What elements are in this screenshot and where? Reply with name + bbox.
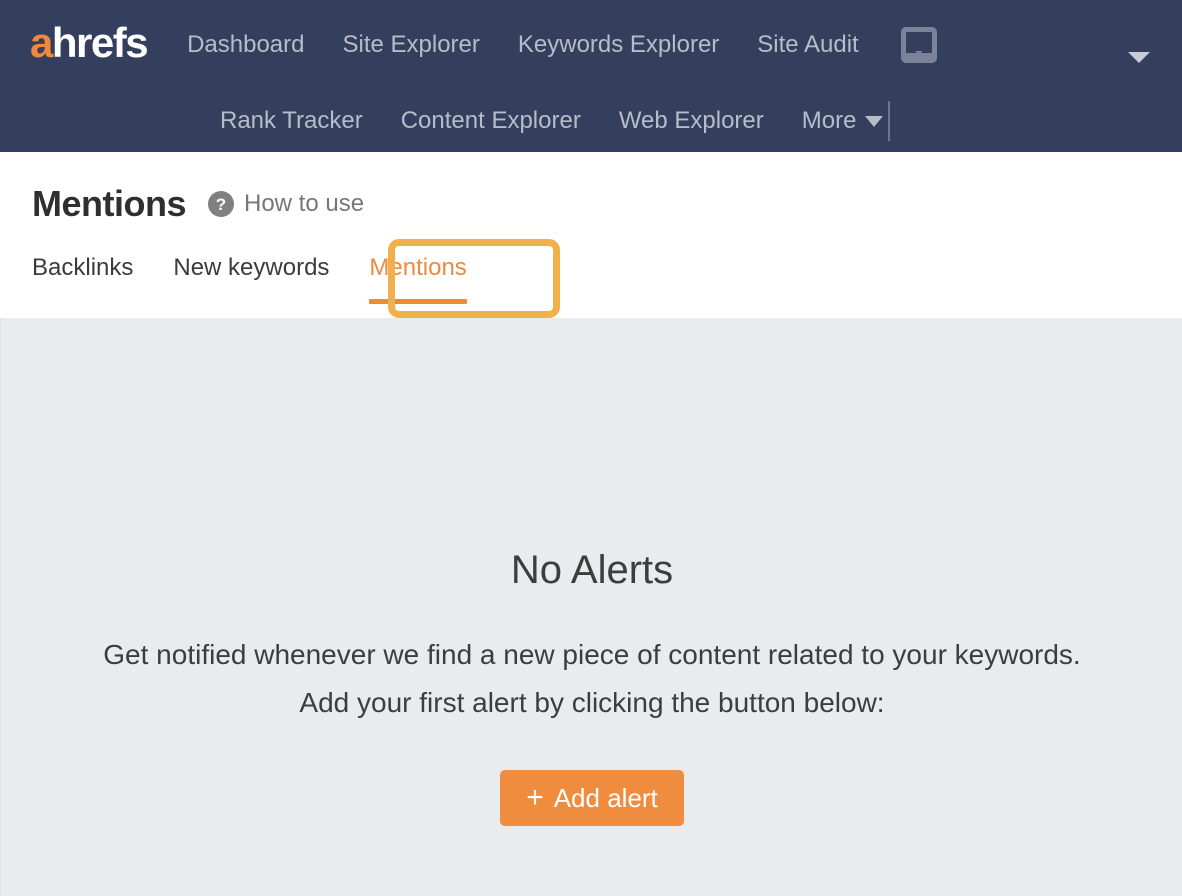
inbox-icon <box>900 27 937 63</box>
nav-keywords-explorer[interactable]: Keywords Explorer <box>518 33 719 57</box>
add-alert-button[interactable]: + Add alert <box>500 770 684 826</box>
tab-mentions-label: Mentions <box>369 254 467 281</box>
top-navigation-bar: ahrefs Dashboard Site Explorer Keywords … <box>0 0 1182 152</box>
nav-site-explorer[interactable]: Site Explorer <box>342 33 479 57</box>
title-row: Mentions ? How to use <box>32 186 364 222</box>
nav-web-explorer[interactable]: Web Explorer <box>619 109 764 133</box>
nav-content-explorer[interactable]: Content Explorer <box>401 109 581 133</box>
nav-dashboard[interactable]: Dashboard <box>187 33 304 57</box>
empty-state-line-2: Add your first alert by clicking the but… <box>299 687 885 718</box>
nav-primary-row: ahrefs Dashboard Site Explorer Keywords … <box>0 0 1182 90</box>
tab-backlinks[interactable]: Backlinks <box>32 256 133 308</box>
how-to-use-link[interactable]: How to use <box>244 192 364 216</box>
empty-state: No Alerts Get notified whenever we find … <box>1 550 1182 826</box>
ahrefs-logo[interactable]: ahrefs <box>30 19 149 66</box>
logo-letter-a: a <box>30 19 53 66</box>
main-content-area: No Alerts Get notified whenever we find … <box>0 318 1182 896</box>
nav-divider <box>888 101 891 141</box>
logo-text: hrefs <box>51 19 149 66</box>
tab-bar: Backlinks New keywords Mentions <box>32 256 507 308</box>
plus-icon: + <box>526 781 544 814</box>
inbox-button[interactable] <box>899 26 939 64</box>
nav-more-label: More <box>801 107 857 134</box>
more-chevron-down-icon <box>865 115 884 127</box>
account-chevron-down-icon[interactable] <box>1128 52 1150 63</box>
nav-more-menu[interactable]: More <box>802 109 884 133</box>
empty-state-title: No Alerts <box>510 548 674 592</box>
empty-state-line-1: Get notified whenever we find a new piec… <box>103 639 1081 670</box>
page-title: Mentions <box>32 183 187 224</box>
page-header: Mentions ? How to use Backlinks New keyw… <box>0 152 1182 318</box>
nav-secondary-row: Rank Tracker Content Explorer Web Explor… <box>0 90 1182 152</box>
nav-rank-tracker[interactable]: Rank Tracker <box>220 109 363 133</box>
tab-new-keywords[interactable]: New keywords <box>173 256 329 308</box>
tab-mentions[interactable]: Mentions <box>369 254 467 308</box>
nav-site-audit[interactable]: Site Audit <box>757 33 858 57</box>
question-mark-icon[interactable]: ? <box>208 191 234 217</box>
add-alert-label: Add alert <box>553 783 658 813</box>
tab-active-underline <box>369 299 467 304</box>
